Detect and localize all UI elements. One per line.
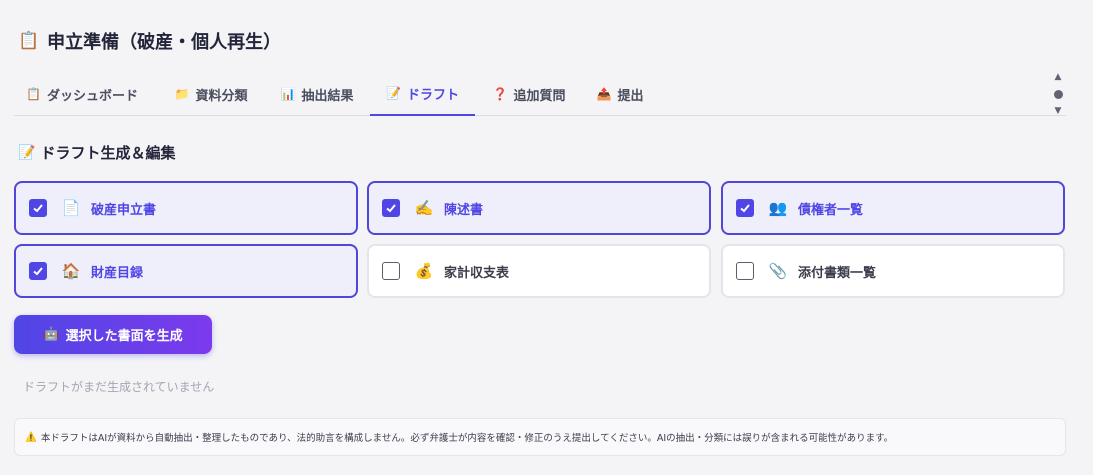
doc-card-bankruptcy-petition[interactable]: 📄 破産申立書 [14,181,358,235]
memo-icon: 📝 [386,86,401,100]
clipboard-icon: 📋 [26,87,41,101]
checkbox[interactable] [29,262,47,280]
memo-icon: 📝 [18,144,36,161]
checkbox[interactable] [736,262,754,280]
disclaimer-text: 本ドラフトはAIが資料から自動抽出・整理したものであり、法的助言を構成しません。… [40,433,894,444]
page-title: 📋 申立準備（破産・個人再生） [18,28,281,54]
warning-icon: ⚠️ [25,431,37,443]
doc-card-creditor-list[interactable]: 👥 債権者一覧 [721,181,1065,235]
tab-label: 抽出結果 [301,88,354,104]
tab-label: ドラフト [406,87,459,103]
scroll-down-icon[interactable]: ▼ [1055,106,1062,116]
scroll-up-icon[interactable]: ▲ [1055,72,1062,82]
tab-bar: 📋 ダッシュボード 📁 資料分類 📊 抽出結果 📝 ドラフト ❓ 追加質問 📤 … [14,72,1066,116]
page-title-text: 申立準備（破産・個人再生） [47,32,282,53]
doc-card-statement[interactable]: ✍️ 陳述書 [367,181,711,235]
tab-draft[interactable]: 📝 ドラフト [370,72,475,116]
tab-scroller[interactable]: ▲ ▼ [1051,72,1065,116]
section-title: 📝 ドラフト生成＆編集 [18,142,175,163]
tab-label: ダッシュボード [46,88,138,104]
paperclip-icon: 📎 [768,262,788,280]
doc-label: 債権者一覧 [798,202,864,218]
folder-icon: 📁 [174,87,190,101]
doc-card-attachment-list[interactable]: 📎 添付書類一覧 [721,244,1065,298]
section-title-text: ドラフト生成＆編集 [40,144,176,162]
doc-card-household-budget[interactable]: 💰 家計収支表 [367,244,711,298]
doc-label: 家計収支表 [444,265,510,281]
tab-extraction-results[interactable]: 📊 抽出結果 [272,72,362,116]
checkbox[interactable] [382,199,400,217]
doc-label: 破産申立書 [91,202,157,218]
money-bag-icon: 💰 [414,262,434,280]
people-icon: 👥 [768,199,788,217]
generate-button[interactable]: 🤖 選択した書面を生成 [14,315,212,354]
scroll-thumb[interactable] [1053,89,1063,99]
robot-icon: 🤖 [43,327,60,342]
checkbox[interactable] [29,199,47,217]
tab-label: 提出 [617,88,644,104]
tab-dashboard[interactable]: 📋 ダッシュボード [20,72,144,116]
tab-label: 資料分類 [195,88,248,104]
doc-label: 財産目録 [91,265,144,281]
tab-classification[interactable]: 📁 資料分類 [166,72,256,116]
question-icon: ❓ [492,87,508,101]
house-icon: 🏠 [61,262,81,280]
tab-submit[interactable]: 📤 提出 [590,72,650,116]
empty-draft-message: ドラフトがまだ生成されていません [23,380,215,394]
doc-label: 陳述書 [444,202,484,218]
outbox-icon: 📤 [596,87,612,101]
checkbox[interactable] [382,262,400,280]
checkbox[interactable] [736,199,754,217]
bar-chart-icon: 📊 [280,87,296,101]
disclaimer-box: ⚠️ 本ドラフトはAIが資料から自動抽出・整理したものであり、法的助言を構成しま… [14,418,1066,456]
clipboard-icon: 📋 [18,31,40,51]
doc-card-asset-inventory[interactable]: 🏠 財産目録 [14,244,358,298]
generate-button-label: 選択した書面を生成 [65,329,183,344]
tab-additional-questions[interactable]: ❓ 追加質問 [484,72,574,116]
doc-label: 添付書類一覧 [798,265,877,281]
tab-label: 追加質問 [513,88,566,104]
writing-hand-icon: ✍️ [414,199,434,217]
document-icon: 📄 [61,199,81,217]
